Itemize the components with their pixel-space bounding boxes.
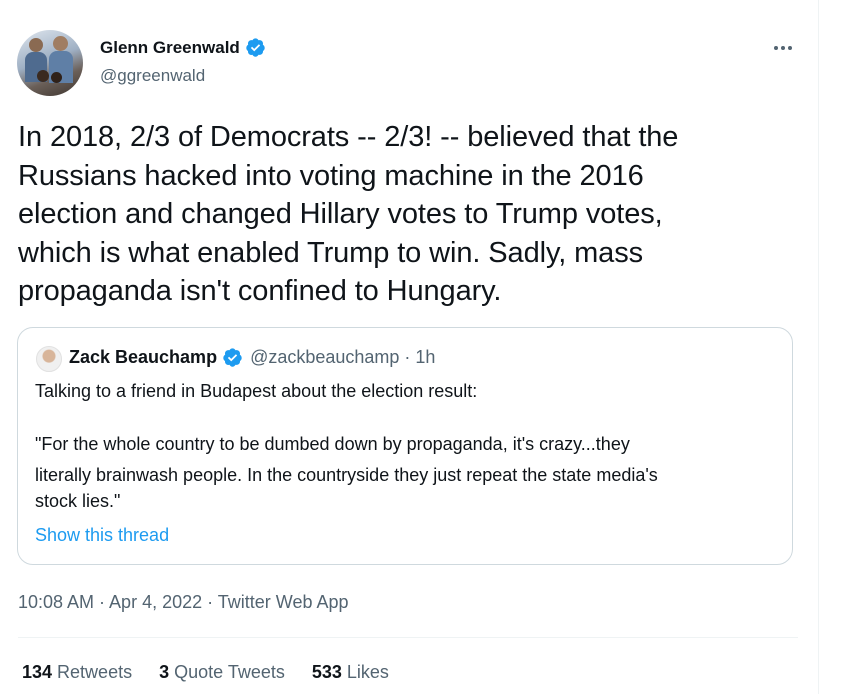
- show-thread-link[interactable]: Show this thread: [35, 522, 169, 548]
- quoted-tweet-card[interactable]: Zack Beauchamp @zackbeauchamp · 1h Talki…: [17, 327, 793, 565]
- quoted-text-line: literally brainwash people. In the count…: [35, 465, 658, 485]
- quoted-text-line: "For the whole country to be dumbed down…: [35, 434, 630, 454]
- quoted-text-line: stock lies.": [35, 491, 121, 511]
- quoted-author-avatar[interactable]: [36, 346, 62, 372]
- tweet: Glenn Greenwald @ggreenwald In 2018, 2/3…: [0, 0, 818, 694]
- column-border: [818, 0, 819, 694]
- quoted-text-line: Talking to a friend in Budapest about th…: [35, 381, 478, 401]
- author-handle[interactable]: @ggreenwald: [100, 65, 205, 87]
- tweet-timestamp[interactable]: 10:08 AM · Apr 4, 2022 · Twitter Web App: [18, 589, 349, 615]
- retweets-count: 134: [22, 662, 53, 682]
- quote-tweets-label: Quote Tweets: [174, 662, 285, 682]
- author-avatar[interactable]: [17, 30, 83, 96]
- tweet-text-line: Russians hacked into voting machine in t…: [18, 159, 644, 192]
- quoted-tweet-header: Zack Beauchamp @zackbeauchamp · 1h: [69, 347, 435, 368]
- engagement-stats: 134 Retweets 3 Quote Tweets 533 Likes: [22, 662, 389, 683]
- tweet-text-line: which is what enabled Trump to win. Sadl…: [18, 236, 643, 269]
- tweet-text: In 2018, 2/3 of Democrats -- 2/3! -- bel…: [18, 118, 798, 311]
- likes-label: Likes: [346, 662, 389, 682]
- verified-badge-icon: [246, 38, 265, 57]
- quote-tweets-count: 3: [159, 662, 170, 682]
- likes-count: 533: [311, 662, 342, 682]
- tweet-text-line: election and changed Hillary votes to Tr…: [18, 198, 663, 230]
- quoted-author-name[interactable]: Zack Beauchamp: [69, 347, 217, 368]
- tweet-text-line: propaganda isn't confined to Hungary.: [18, 275, 502, 307]
- divider: [18, 637, 798, 638]
- author-name-row: Glenn Greenwald: [100, 37, 266, 58]
- retweets-stat[interactable]: 134 Retweets: [22, 662, 132, 683]
- more-options-ellipsis-icon[interactable]: [768, 36, 798, 60]
- retweets-label: Retweets: [57, 662, 133, 682]
- author-name[interactable]: Glenn Greenwald: [100, 38, 240, 58]
- verified-badge-icon: [223, 348, 242, 367]
- quote-tweets-stat[interactable]: 3 Quote Tweets: [159, 662, 285, 683]
- tweet-text-line: In 2018, 2/3 of Democrats -- 2/3! -- bel…: [18, 121, 679, 153]
- likes-stat[interactable]: 533 Likes: [312, 662, 389, 683]
- quoted-handle-time: @zackbeauchamp · 1h: [250, 347, 436, 367]
